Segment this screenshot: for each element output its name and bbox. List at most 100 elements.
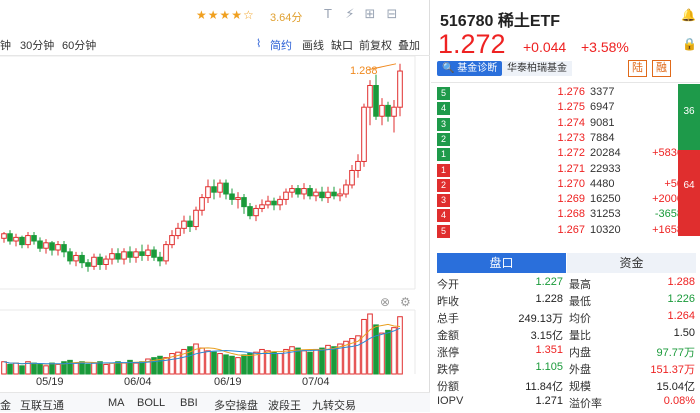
candle-body — [307, 188, 313, 197]
candle-body — [91, 256, 97, 267]
indicator-tab[interactable]: 互联互通 — [20, 397, 64, 413]
stat-value: 1.226 — [667, 293, 695, 305]
indicator-tab[interactable]: BBI — [180, 397, 198, 409]
stat-row: 涨停 1.351 内盘 97.77万 — [431, 344, 700, 361]
flash-icon[interactable]: ⚡ — [342, 6, 358, 22]
candle-body — [73, 254, 79, 262]
indicator-tab[interactable]: 波段王 — [268, 397, 301, 413]
date-label: 05/19 — [36, 376, 64, 388]
indicator-tab[interactable]: 多空操盘 — [214, 397, 258, 413]
bell-icon[interactable]: 🔔 — [681, 8, 696, 22]
ask-volume: 6947 — [590, 101, 615, 114]
bid-row-1[interactable]: 1 1.271 22933 — [431, 163, 700, 178]
tab-period-30min[interactable]: 30分钟 — [20, 37, 54, 53]
lock-icon[interactable]: 🔒 — [682, 37, 697, 51]
candle-body — [31, 235, 37, 242]
ask-row-2[interactable]: 2 1.273 7884 — [431, 132, 700, 147]
ask-price: 1.272 — [557, 147, 585, 160]
tool-overlay[interactable]: 叠加 — [398, 37, 420, 53]
stat-label: 今开 — [437, 279, 459, 291]
candle-body — [253, 207, 259, 217]
tool-draw-line[interactable]: 画线 — [302, 37, 324, 53]
price-change: +0.044 — [523, 39, 567, 55]
candle-body — [199, 197, 205, 211]
candle-body — [325, 191, 331, 199]
candle-body — [163, 244, 169, 262]
tag-margin[interactable]: 融 — [652, 60, 671, 77]
ask-ratio-bar: 36 — [678, 84, 700, 150]
candle-body — [289, 188, 295, 193]
tab-period-60min[interactable]: 60分钟 — [62, 37, 96, 53]
tool-simple[interactable]: 简约 — [270, 37, 292, 53]
bid-level: 2 — [437, 178, 450, 192]
candle-body — [145, 249, 151, 256]
stat-value: 1.264 — [667, 310, 695, 322]
bid-row-2[interactable]: 2 1.270 4480 +50 — [431, 178, 700, 193]
candle-body — [37, 240, 43, 249]
bid-row-5[interactable]: 5 1.267 10320 +1658 — [431, 224, 700, 239]
volume-bar — [277, 353, 283, 375]
candle-body — [19, 236, 25, 246]
ask-row-3[interactable]: 3 1.274 9081 — [431, 117, 700, 132]
stat-label: 溢价率 — [569, 398, 602, 410]
bid-row-3[interactable]: 3 1.269 16250 +2000 — [431, 193, 700, 208]
stat-value: 1.228 — [535, 293, 563, 305]
add-box-icon[interactable]: ⊞ — [362, 6, 378, 22]
ask-price: 1.273 — [557, 131, 585, 144]
fund-company-badge[interactable]: 华泰柏瑞基金 — [502, 61, 572, 76]
stat-label: 昨收 — [437, 296, 459, 308]
tab-capital[interactable]: 资金 — [567, 253, 696, 273]
ask-volume: 3377 — [590, 86, 615, 98]
tool-forward-adjust[interactable]: 前复权 — [359, 37, 392, 53]
fund-diagnosis-badge[interactable]: 🔍 基金诊断 — [437, 61, 503, 76]
candle-body — [313, 191, 319, 197]
delete-box-icon[interactable]: ⊟ — [384, 6, 400, 22]
candle-body — [223, 182, 229, 195]
ask-volume: 7884 — [590, 131, 615, 144]
tag-lugutong[interactable]: 陆 — [628, 60, 647, 77]
ask-level: 4 — [437, 102, 450, 116]
indicator-tab[interactable]: 金 — [0, 397, 11, 413]
date-label: 07/04 — [302, 376, 330, 388]
close-icon: ⊗ — [380, 295, 390, 309]
tool-gap[interactable]: 缺口 — [331, 37, 353, 53]
candle-body — [175, 227, 181, 237]
volume-bar — [109, 362, 115, 375]
candle-body — [139, 251, 145, 256]
tab-handicap[interactable]: 盘口 — [437, 253, 566, 273]
candle-body — [169, 235, 175, 246]
last-price: 1.272 — [438, 29, 506, 59]
indicator-tab[interactable]: MA — [108, 397, 125, 409]
candle-body — [85, 262, 91, 267]
bid-price: 1.269 — [557, 193, 585, 206]
stat-label: 总手 — [437, 313, 459, 325]
stat-label: 规模 — [569, 381, 591, 393]
bid-level: 5 — [437, 224, 450, 238]
volume-bar — [331, 346, 337, 375]
candle-body — [385, 104, 391, 117]
stat-label: 量比 — [569, 330, 591, 342]
volume-bar — [13, 362, 19, 375]
volume-bar — [43, 365, 49, 375]
ask-price: 1.275 — [557, 101, 585, 114]
bid-row-4[interactable]: 4 1.268 31253 -3658 — [431, 208, 700, 223]
bid-delta: +2000 — [652, 193, 683, 206]
bid-level: 4 — [437, 209, 450, 223]
indicator-tab[interactable]: 九转交易 — [312, 397, 356, 413]
security-code: 516780 — [440, 13, 494, 30]
volume-bar — [103, 363, 109, 375]
ask-row-5[interactable]: 5 1.276 3377 — [431, 86, 700, 101]
ask-row-4[interactable]: 4 1.275 6947 — [431, 101, 700, 116]
stat-row: 总手 249.13万 均价 1.264 — [431, 310, 700, 327]
indicator-tab[interactable]: BOLL — [137, 397, 165, 409]
text-format-icon[interactable]: T — [320, 6, 336, 22]
kline-chart[interactable]: 1.288 ⊗ ⚙ — [0, 56, 430, 376]
stat-value: 249.13万 — [518, 313, 563, 325]
candle-body — [217, 182, 223, 193]
volume-bar — [235, 357, 241, 375]
tab-period-0[interactable]: 钟 — [0, 37, 11, 53]
ask-row-1[interactable]: 1 1.272 20284 +5836 — [431, 147, 700, 162]
candle-body — [67, 251, 73, 262]
simple-toggle-icon[interactable]: ⌇ — [256, 37, 261, 50]
volume-bar — [397, 316, 403, 375]
